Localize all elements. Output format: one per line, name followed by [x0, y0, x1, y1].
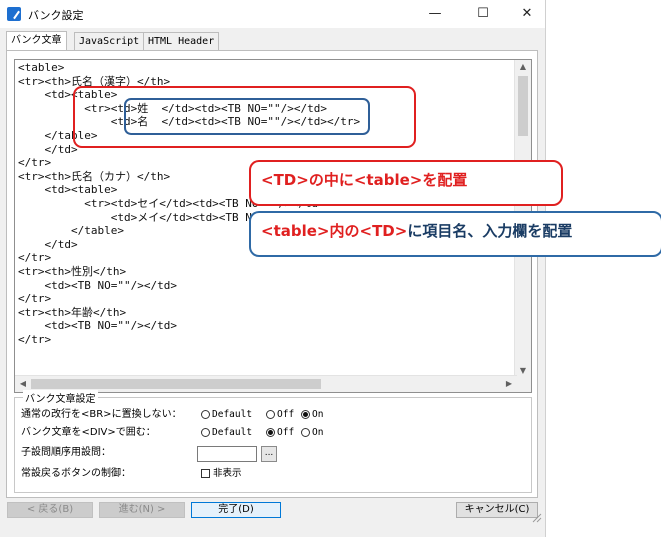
back-button-row: 常設戻るボタンの制御： 非表示	[21, 467, 521, 481]
div-off-radio[interactable]	[266, 428, 275, 437]
br-option-label: 通常の改行を<BR>に置換しない：	[21, 409, 182, 420]
vertical-scroll-thumb[interactable]	[518, 76, 528, 136]
settings-legend: バンク文章設定	[23, 390, 98, 405]
window-title: バンク設定	[28, 9, 84, 22]
div-off-label: Off	[277, 427, 295, 438]
br-off-label: Off	[277, 409, 295, 420]
callout-blue-tag2: <TD>	[359, 222, 408, 240]
scroll-down-icon[interactable]: ▼	[515, 366, 531, 375]
app-icon	[7, 7, 21, 21]
tab-javascript[interactable]: JavaScript	[74, 32, 145, 50]
code-line: <td><table>	[18, 183, 118, 197]
resize-grip-icon[interactable]	[530, 511, 542, 523]
dialog-window: バンク設定 — ☐ ✕ バンク文章 JavaScript HTML Header…	[0, 0, 661, 537]
hide-checkbox-label: 非表示	[213, 468, 242, 479]
br-option-row: 通常の改行を<BR>に置換しない： Default Off On	[21, 408, 521, 422]
tab-bank-text[interactable]: バンク文章	[6, 31, 67, 51]
div-option-row: バンク文章を<DIV>で囲む： Default Off On	[21, 426, 521, 440]
callout-red-text1: の中に	[308, 171, 354, 189]
done-button[interactable]: 完了(D)	[191, 502, 281, 518]
br-on-label: On	[312, 409, 324, 420]
div-default-radio[interactable]	[201, 428, 210, 437]
child-question-label: 子設問順序用設問：	[21, 447, 111, 458]
horizontal-scroll-thumb[interactable]	[31, 379, 321, 389]
callout-blue-text1: 内の	[329, 222, 360, 240]
div-default-label: Default	[212, 427, 253, 438]
tab-html-header[interactable]: HTML Header	[143, 32, 220, 50]
td-highlight-box	[124, 98, 370, 135]
scroll-left-icon[interactable]: ◀	[15, 379, 31, 388]
cancel-button[interactable]: キャンセル(C)	[456, 502, 538, 518]
div-option-label: バンク文章を<DIV>で囲む：	[21, 427, 156, 438]
code-line: </table>	[18, 224, 124, 238]
code-line: <tr><th>性別</th>	[18, 264, 127, 278]
scroll-up-icon[interactable]: ▲	[515, 62, 531, 71]
callout-blue-tag1: <table>	[261, 222, 330, 240]
div-on-label: On	[312, 427, 324, 438]
scroll-corner	[515, 376, 531, 392]
code-line: </tr>	[18, 292, 52, 306]
code-line: </tr>	[18, 251, 52, 265]
code-line: </tr>	[18, 156, 52, 170]
bank-settings-group: バンク文章設定 通常の改行を<BR>に置換しない： Default Off On…	[14, 390, 532, 493]
callout-blue-text2: に項目名、入力欄を配置	[407, 222, 573, 240]
child-question-row: 子設問順序用設問： ...	[21, 446, 521, 462]
br-default-label: Default	[212, 409, 253, 420]
br-default-radio[interactable]	[201, 410, 210, 419]
code-line: <tr><th>氏名（カナ）</th>	[18, 169, 171, 183]
callout-table-in-td: <TD>の中に<table>を配置	[249, 160, 563, 206]
code-line: </td>	[18, 237, 78, 251]
maximize-button[interactable]: ☐	[468, 3, 498, 25]
button-bar: < 戻る(B) 進む(N) > 完了(D) キャンセル(C)	[0, 499, 545, 537]
child-question-input[interactable]	[197, 446, 257, 462]
code-line: <table>	[18, 61, 65, 74]
div-on-radio[interactable]	[301, 428, 310, 437]
code-line: </td>	[18, 142, 78, 156]
callout-td-in-table: <table>内の<TD>に項目名、入力欄を配置	[249, 211, 661, 257]
back-button[interactable]: < 戻る(B)	[7, 502, 93, 518]
title-bar[interactable]: バンク設定 — ☐ ✕	[0, 0, 546, 28]
close-button[interactable]: ✕	[512, 3, 542, 25]
callout-red-tag2: <table>	[353, 171, 423, 189]
hide-checkbox[interactable]	[201, 469, 210, 478]
code-line: <td><TB NO=""/></td>	[18, 319, 177, 333]
next-button[interactable]: 進む(N) >	[99, 502, 185, 518]
callout-red-tag1: <TD>	[261, 171, 309, 189]
minimize-button[interactable]: —	[420, 3, 450, 25]
back-button-control-label: 常設戻るボタンの制御：	[21, 468, 131, 479]
code-line: <tr><th>年齢</th>	[18, 305, 127, 319]
br-off-radio[interactable]	[266, 410, 275, 419]
callout-red-text2: を配置	[422, 171, 468, 189]
br-on-radio[interactable]	[301, 410, 310, 419]
code-line: </tr>	[18, 332, 52, 346]
browse-button[interactable]: ...	[261, 446, 277, 462]
code-line: <td><TB NO=""/></td>	[18, 278, 177, 292]
background-area	[546, 0, 661, 537]
